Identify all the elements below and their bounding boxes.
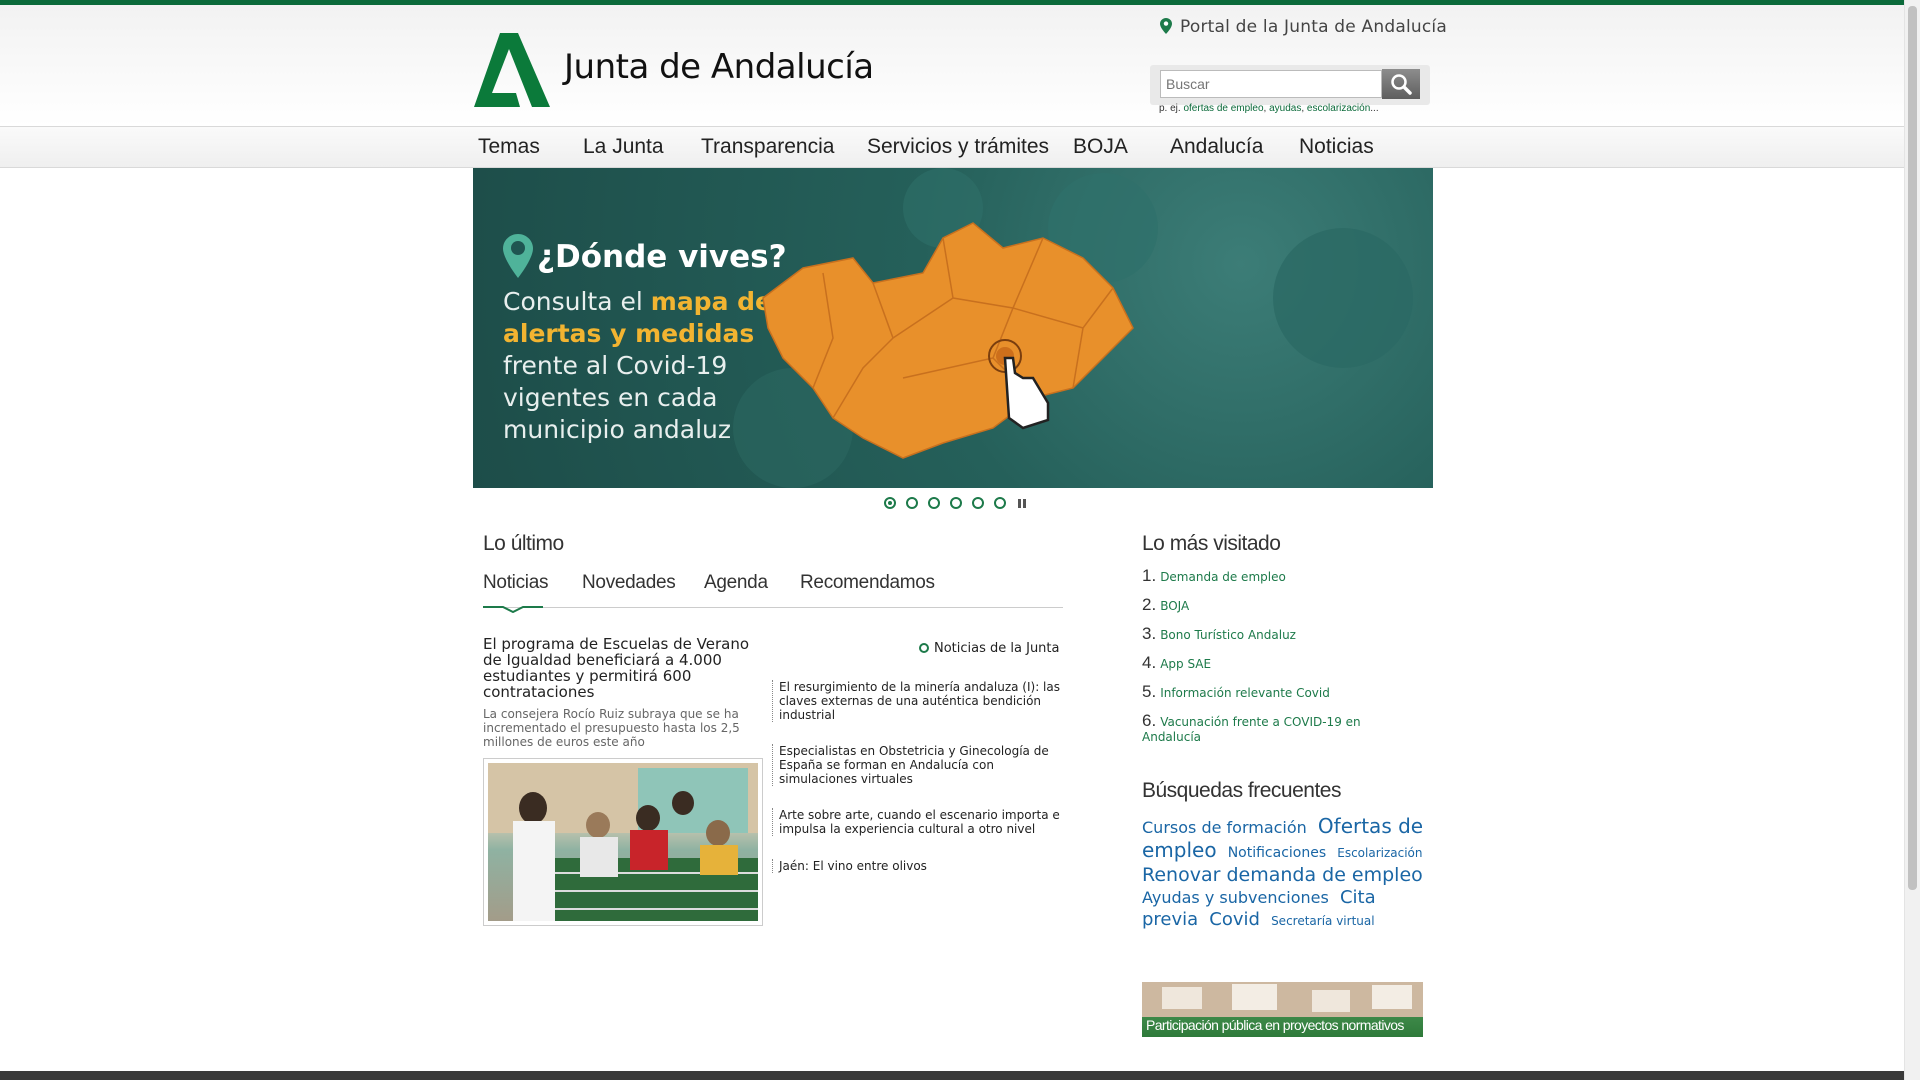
noticias-junta-label: Noticias de la Junta bbox=[934, 641, 1060, 656]
side-news-item-2[interactable]: Especialistas en Obstetricia y Ginecolog… bbox=[772, 744, 1062, 786]
hero-pin-icon bbox=[503, 234, 533, 278]
banner-text: Participación pública en proyectos norma… bbox=[1146, 1017, 1404, 1033]
nav-item-andalucia[interactable]: Andalucía bbox=[1170, 135, 1263, 159]
visited-number: 3. bbox=[1142, 624, 1157, 643]
slider-dot-3[interactable] bbox=[928, 497, 940, 509]
visited-label: App SAE bbox=[1160, 657, 1212, 671]
tag-item[interactable]: Ayudas y subvenciones bbox=[1142, 888, 1329, 907]
nav-item-transparencia[interactable]: Transparencia bbox=[701, 135, 834, 159]
slider-dot-6[interactable] bbox=[994, 497, 1006, 509]
visited-item-6[interactable]: 6. Vacunación frente a COVID-19 en Andalu… bbox=[1142, 711, 1402, 745]
tab-novedades[interactable]: Novedades bbox=[582, 572, 676, 594]
search-hint-suffix: ... bbox=[1370, 103, 1379, 114]
logo-text: Junta de Andalucía bbox=[564, 47, 874, 87]
visited-label: BOJA bbox=[1160, 599, 1190, 613]
slider-dot-4[interactable] bbox=[950, 497, 962, 509]
visited-label: Información relevante Covid bbox=[1160, 686, 1330, 700]
visited-item-3[interactable]: 3. Bono Turístico Andaluz bbox=[1142, 624, 1402, 643]
active-tab-indicator bbox=[483, 606, 543, 613]
search-input[interactable] bbox=[1160, 70, 1382, 98]
visited-label: Vacunación frente a COVID-19 en Andalucí… bbox=[1142, 715, 1361, 744]
junta-logo[interactable]: Junta de Andalucía bbox=[474, 33, 874, 107]
junta-a-logo-icon bbox=[474, 33, 550, 107]
visited-number: 5. bbox=[1142, 682, 1157, 701]
side-news-item-3[interactable]: Arte sobre arte, cuando el escenario imp… bbox=[772, 808, 1062, 836]
search-box bbox=[1150, 65, 1430, 105]
tag-item[interactable]: Cursos de formación bbox=[1142, 818, 1307, 837]
hero-banner[interactable]: ¿Dónde vives? Consulta el mapa de alerta… bbox=[473, 168, 1433, 488]
nav-item-la-junta[interactable]: La Junta bbox=[583, 135, 664, 159]
tab-agenda[interactable]: Agenda bbox=[704, 572, 768, 594]
nav-item-boja[interactable]: BOJA bbox=[1073, 135, 1128, 159]
slider-dot-2[interactable] bbox=[906, 497, 918, 509]
visited-number: 1. bbox=[1142, 566, 1157, 585]
participacion-banner[interactable]: Participación pública en proyectos norma… bbox=[1142, 982, 1423, 1037]
main-news-photo[interactable] bbox=[483, 758, 763, 926]
page-scrollbar[interactable] bbox=[1904, 0, 1920, 1080]
search-hint-link-ayudas[interactable]: ayudas bbox=[1269, 103, 1301, 114]
lo-ultimo-title: Lo último bbox=[483, 532, 564, 555]
tag-item[interactable]: Renovar demanda de empleo bbox=[1142, 864, 1423, 886]
tag-cloud: Cursos de formación Ofertas de empleo No… bbox=[1142, 815, 1432, 932]
nav-item-servicios[interactable]: Servicios y trámites bbox=[867, 135, 1049, 159]
portal-link-label: Portal de la Junta de Andalucía bbox=[1180, 17, 1447, 37]
tab-noticias[interactable]: Noticias bbox=[483, 572, 548, 594]
andalucia-map bbox=[762, 222, 1134, 459]
main-news-summary: La consejera Rocío Ruiz subraya que se h… bbox=[483, 707, 740, 749]
search-hint-link-ofertas[interactable]: ofertas de empleo bbox=[1183, 103, 1263, 114]
search-button[interactable] bbox=[1382, 69, 1420, 99]
news-tabs: Noticias Novedades Agenda Recomendamos bbox=[483, 570, 1063, 608]
puzzle-pattern bbox=[1142, 982, 1423, 1017]
nav-item-temas[interactable]: Temas bbox=[478, 135, 540, 159]
visited-item-2[interactable]: 2. BOJA bbox=[1142, 595, 1402, 614]
slider-pause-icon[interactable] bbox=[1018, 499, 1026, 508]
visited-number: 2. bbox=[1142, 595, 1157, 614]
tag-item[interactable]: Covid bbox=[1209, 909, 1260, 930]
visited-label: Demanda de empleo bbox=[1160, 570, 1286, 584]
news-photo-image bbox=[488, 763, 758, 921]
site-header: Junta de Andalucía Portal de la Junta de… bbox=[0, 5, 1904, 127]
main-nav: Temas La Junta Transparencia Servicios y… bbox=[0, 127, 1904, 168]
search-hint-prefix: p. ej. bbox=[1159, 103, 1184, 114]
hero-text-pre: Consulta el bbox=[503, 287, 651, 316]
busquedas-title: Búsquedas frecuentes bbox=[1142, 779, 1341, 802]
search-hint: p. ej. ofertas de empleo, ayudas, escola… bbox=[1159, 103, 1379, 114]
tag-item[interactable]: Secretaría virtual bbox=[1271, 914, 1375, 928]
nav-item-noticias[interactable]: Noticias bbox=[1299, 135, 1374, 159]
slider-dot-5[interactable] bbox=[972, 497, 984, 509]
side-news-item-1[interactable]: El resurgimiento de la minería andaluza … bbox=[772, 680, 1062, 722]
location-pin-icon bbox=[1160, 18, 1172, 34]
search-icon bbox=[1391, 74, 1412, 95]
visited-item-4[interactable]: 4. App SAE bbox=[1142, 653, 1402, 672]
visited-item-5[interactable]: 5. Información relevante Covid bbox=[1142, 682, 1402, 701]
visited-label: Bono Turístico Andaluz bbox=[1160, 628, 1296, 642]
hero-text-post: frente al Covid-19 vigentes en cada muni… bbox=[503, 351, 732, 444]
tag-item[interactable]: Escolarización bbox=[1337, 846, 1422, 860]
side-news-item-4[interactable]: Jaén: El vino entre olivos bbox=[772, 859, 1062, 873]
scrollbar-thumb[interactable] bbox=[1908, 6, 1917, 890]
visited-item-1[interactable]: 1. Demanda de empleo bbox=[1142, 566, 1402, 585]
main-news-headline[interactable]: El programa de Escuelas de Verano de Igu… bbox=[483, 636, 768, 700]
mas-visitado-title: Lo más visitado bbox=[1142, 532, 1281, 555]
tag-item[interactable]: Notificaciones bbox=[1228, 845, 1326, 861]
noticias-junta-link[interactable]: Noticias de la Junta bbox=[919, 641, 1060, 656]
foosball-scene bbox=[488, 763, 758, 921]
footer-bar bbox=[0, 1071, 1904, 1080]
search-hint-link-escolarizacion[interactable]: escolarización bbox=[1307, 103, 1370, 114]
visited-number: 6. bbox=[1142, 711, 1157, 730]
slider-dot-1[interactable] bbox=[884, 497, 896, 509]
tab-recomendamos[interactable]: Recomendamos bbox=[800, 572, 935, 594]
visited-number: 4. bbox=[1142, 653, 1157, 672]
portal-link[interactable]: Portal de la Junta de Andalucía bbox=[1160, 17, 1447, 37]
circle-arrow-icon bbox=[919, 643, 929, 653]
